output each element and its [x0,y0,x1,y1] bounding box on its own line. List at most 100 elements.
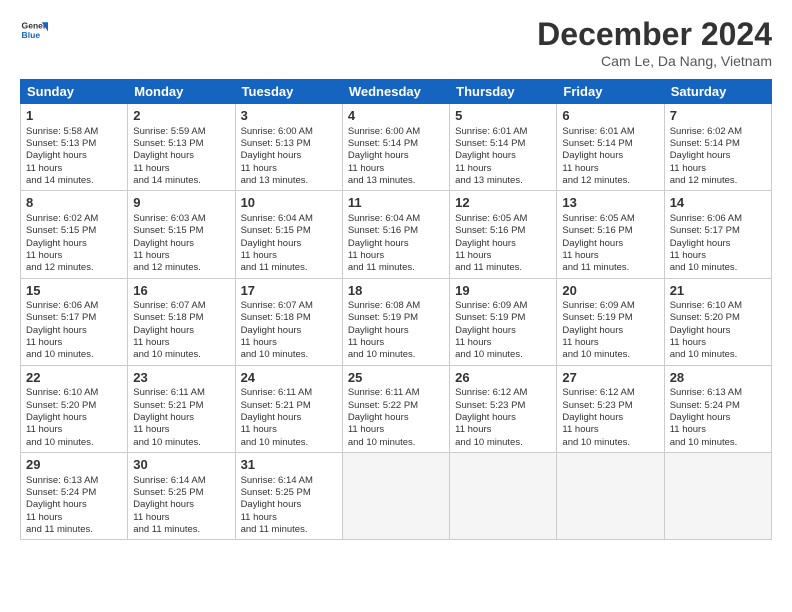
day-number: 12 [455,194,551,212]
cell-content: Sunrise: 6:09 AMSunset: 5:19 PMDaylight … [562,300,658,362]
day-number: 18 [348,282,444,300]
cell-content: Sunrise: 6:11 AMSunset: 5:21 PMDaylight … [241,387,337,449]
cell-content: Sunrise: 6:06 AMSunset: 5:17 PMDaylight … [26,300,122,362]
logo-icon: General Blue [20,16,48,44]
table-row: 22Sunrise: 6:10 AMSunset: 5:20 PMDayligh… [21,365,128,452]
day-number: 31 [241,456,337,474]
table-row: 29Sunrise: 6:13 AMSunset: 5:24 PMDayligh… [21,453,128,540]
cell-content: Sunrise: 6:05 AMSunset: 5:16 PMDaylight … [562,213,658,275]
day-number: 26 [455,369,551,387]
table-row: 23Sunrise: 6:11 AMSunset: 5:21 PMDayligh… [128,365,235,452]
calendar-table: Sunday Monday Tuesday Wednesday Thursday… [20,79,772,540]
table-row: 20Sunrise: 6:09 AMSunset: 5:19 PMDayligh… [557,278,664,365]
cell-content: Sunrise: 6:14 AMSunset: 5:25 PMDaylight … [241,475,337,537]
cell-content: Sunrise: 6:02 AMSunset: 5:14 PMDaylight … [670,126,766,188]
table-row: 5Sunrise: 6:01 AMSunset: 5:14 PMDaylight… [450,104,557,191]
cell-content: Sunrise: 6:10 AMSunset: 5:20 PMDaylight … [26,387,122,449]
day-number: 11 [348,194,444,212]
day-number: 17 [241,282,337,300]
table-row: 3Sunrise: 6:00 AMSunset: 5:13 PMDaylight… [235,104,342,191]
table-row: 7Sunrise: 6:02 AMSunset: 5:14 PMDaylight… [664,104,771,191]
cell-content: Sunrise: 6:00 AMSunset: 5:13 PMDaylight … [241,126,337,188]
day-number: 22 [26,369,122,387]
day-number: 6 [562,107,658,125]
table-row: 19Sunrise: 6:09 AMSunset: 5:19 PMDayligh… [450,278,557,365]
cell-content: Sunrise: 6:14 AMSunset: 5:25 PMDaylight … [133,475,229,537]
cell-content: Sunrise: 6:02 AMSunset: 5:15 PMDaylight … [26,213,122,275]
table-row [342,453,449,540]
day-number: 24 [241,369,337,387]
col-wednesday: Wednesday [342,80,449,104]
col-friday: Friday [557,80,664,104]
table-row: 8Sunrise: 6:02 AMSunset: 5:15 PMDaylight… [21,191,128,278]
table-row: 6Sunrise: 6:01 AMSunset: 5:14 PMDaylight… [557,104,664,191]
title-section: December 2024 Cam Le, Da Nang, Vietnam [537,16,772,69]
table-row: 16Sunrise: 6:07 AMSunset: 5:18 PMDayligh… [128,278,235,365]
day-number: 4 [348,107,444,125]
day-number: 25 [348,369,444,387]
cell-content: Sunrise: 6:07 AMSunset: 5:18 PMDaylight … [133,300,229,362]
logo: General Blue [20,16,48,44]
cell-content: Sunrise: 6:13 AMSunset: 5:24 PMDaylight … [670,387,766,449]
svg-text:Blue: Blue [22,30,41,40]
day-number: 16 [133,282,229,300]
table-row: 2Sunrise: 5:59 AMSunset: 5:13 PMDaylight… [128,104,235,191]
day-number: 14 [670,194,766,212]
cell-content: Sunrise: 6:04 AMSunset: 5:15 PMDaylight … [241,213,337,275]
day-number: 23 [133,369,229,387]
day-number: 9 [133,194,229,212]
table-row: 18Sunrise: 6:08 AMSunset: 5:19 PMDayligh… [342,278,449,365]
col-thursday: Thursday [450,80,557,104]
day-number: 8 [26,194,122,212]
cell-content: Sunrise: 5:59 AMSunset: 5:13 PMDaylight … [133,126,229,188]
day-number: 3 [241,107,337,125]
day-number: 2 [133,107,229,125]
table-row: 14Sunrise: 6:06 AMSunset: 5:17 PMDayligh… [664,191,771,278]
table-row: 1Sunrise: 5:58 AMSunset: 5:13 PMDaylight… [21,104,128,191]
table-row: 24Sunrise: 6:11 AMSunset: 5:21 PMDayligh… [235,365,342,452]
cell-content: Sunrise: 6:12 AMSunset: 5:23 PMDaylight … [562,387,658,449]
cell-content: Sunrise: 6:06 AMSunset: 5:17 PMDaylight … [670,213,766,275]
table-row: 21Sunrise: 6:10 AMSunset: 5:20 PMDayligh… [664,278,771,365]
month-title: December 2024 [537,16,772,53]
day-number: 30 [133,456,229,474]
day-number: 5 [455,107,551,125]
table-row: 27Sunrise: 6:12 AMSunset: 5:23 PMDayligh… [557,365,664,452]
table-row: 31Sunrise: 6:14 AMSunset: 5:25 PMDayligh… [235,453,342,540]
cell-content: Sunrise: 6:01 AMSunset: 5:14 PMDaylight … [562,126,658,188]
week-row-3: 15Sunrise: 6:06 AMSunset: 5:17 PMDayligh… [21,278,772,365]
cell-content: Sunrise: 6:04 AMSunset: 5:16 PMDaylight … [348,213,444,275]
cell-content: Sunrise: 6:08 AMSunset: 5:19 PMDaylight … [348,300,444,362]
table-row: 11Sunrise: 6:04 AMSunset: 5:16 PMDayligh… [342,191,449,278]
table-row: 15Sunrise: 6:06 AMSunset: 5:17 PMDayligh… [21,278,128,365]
location: Cam Le, Da Nang, Vietnam [537,53,772,69]
cell-content: Sunrise: 6:09 AMSunset: 5:19 PMDaylight … [455,300,551,362]
table-row: 9Sunrise: 6:03 AMSunset: 5:15 PMDaylight… [128,191,235,278]
week-row-2: 8Sunrise: 6:02 AMSunset: 5:15 PMDaylight… [21,191,772,278]
table-row: 26Sunrise: 6:12 AMSunset: 5:23 PMDayligh… [450,365,557,452]
cell-content: Sunrise: 6:13 AMSunset: 5:24 PMDaylight … [26,475,122,537]
cell-content: Sunrise: 6:10 AMSunset: 5:20 PMDaylight … [670,300,766,362]
col-sunday: Sunday [21,80,128,104]
day-number: 10 [241,194,337,212]
col-monday: Monday [128,80,235,104]
header-row: Sunday Monday Tuesday Wednesday Thursday… [21,80,772,104]
table-row: 25Sunrise: 6:11 AMSunset: 5:22 PMDayligh… [342,365,449,452]
cell-content: Sunrise: 6:11 AMSunset: 5:21 PMDaylight … [133,387,229,449]
week-row-5: 29Sunrise: 6:13 AMSunset: 5:24 PMDayligh… [21,453,772,540]
table-row: 13Sunrise: 6:05 AMSunset: 5:16 PMDayligh… [557,191,664,278]
table-row [664,453,771,540]
table-row: 28Sunrise: 6:13 AMSunset: 5:24 PMDayligh… [664,365,771,452]
cell-content: Sunrise: 6:12 AMSunset: 5:23 PMDaylight … [455,387,551,449]
col-tuesday: Tuesday [235,80,342,104]
table-row [450,453,557,540]
day-number: 21 [670,282,766,300]
cell-content: Sunrise: 6:11 AMSunset: 5:22 PMDaylight … [348,387,444,449]
day-number: 13 [562,194,658,212]
day-number: 29 [26,456,122,474]
day-number: 28 [670,369,766,387]
cell-content: Sunrise: 6:01 AMSunset: 5:14 PMDaylight … [455,126,551,188]
cell-content: Sunrise: 6:00 AMSunset: 5:14 PMDaylight … [348,126,444,188]
week-row-4: 22Sunrise: 6:10 AMSunset: 5:20 PMDayligh… [21,365,772,452]
day-number: 1 [26,107,122,125]
